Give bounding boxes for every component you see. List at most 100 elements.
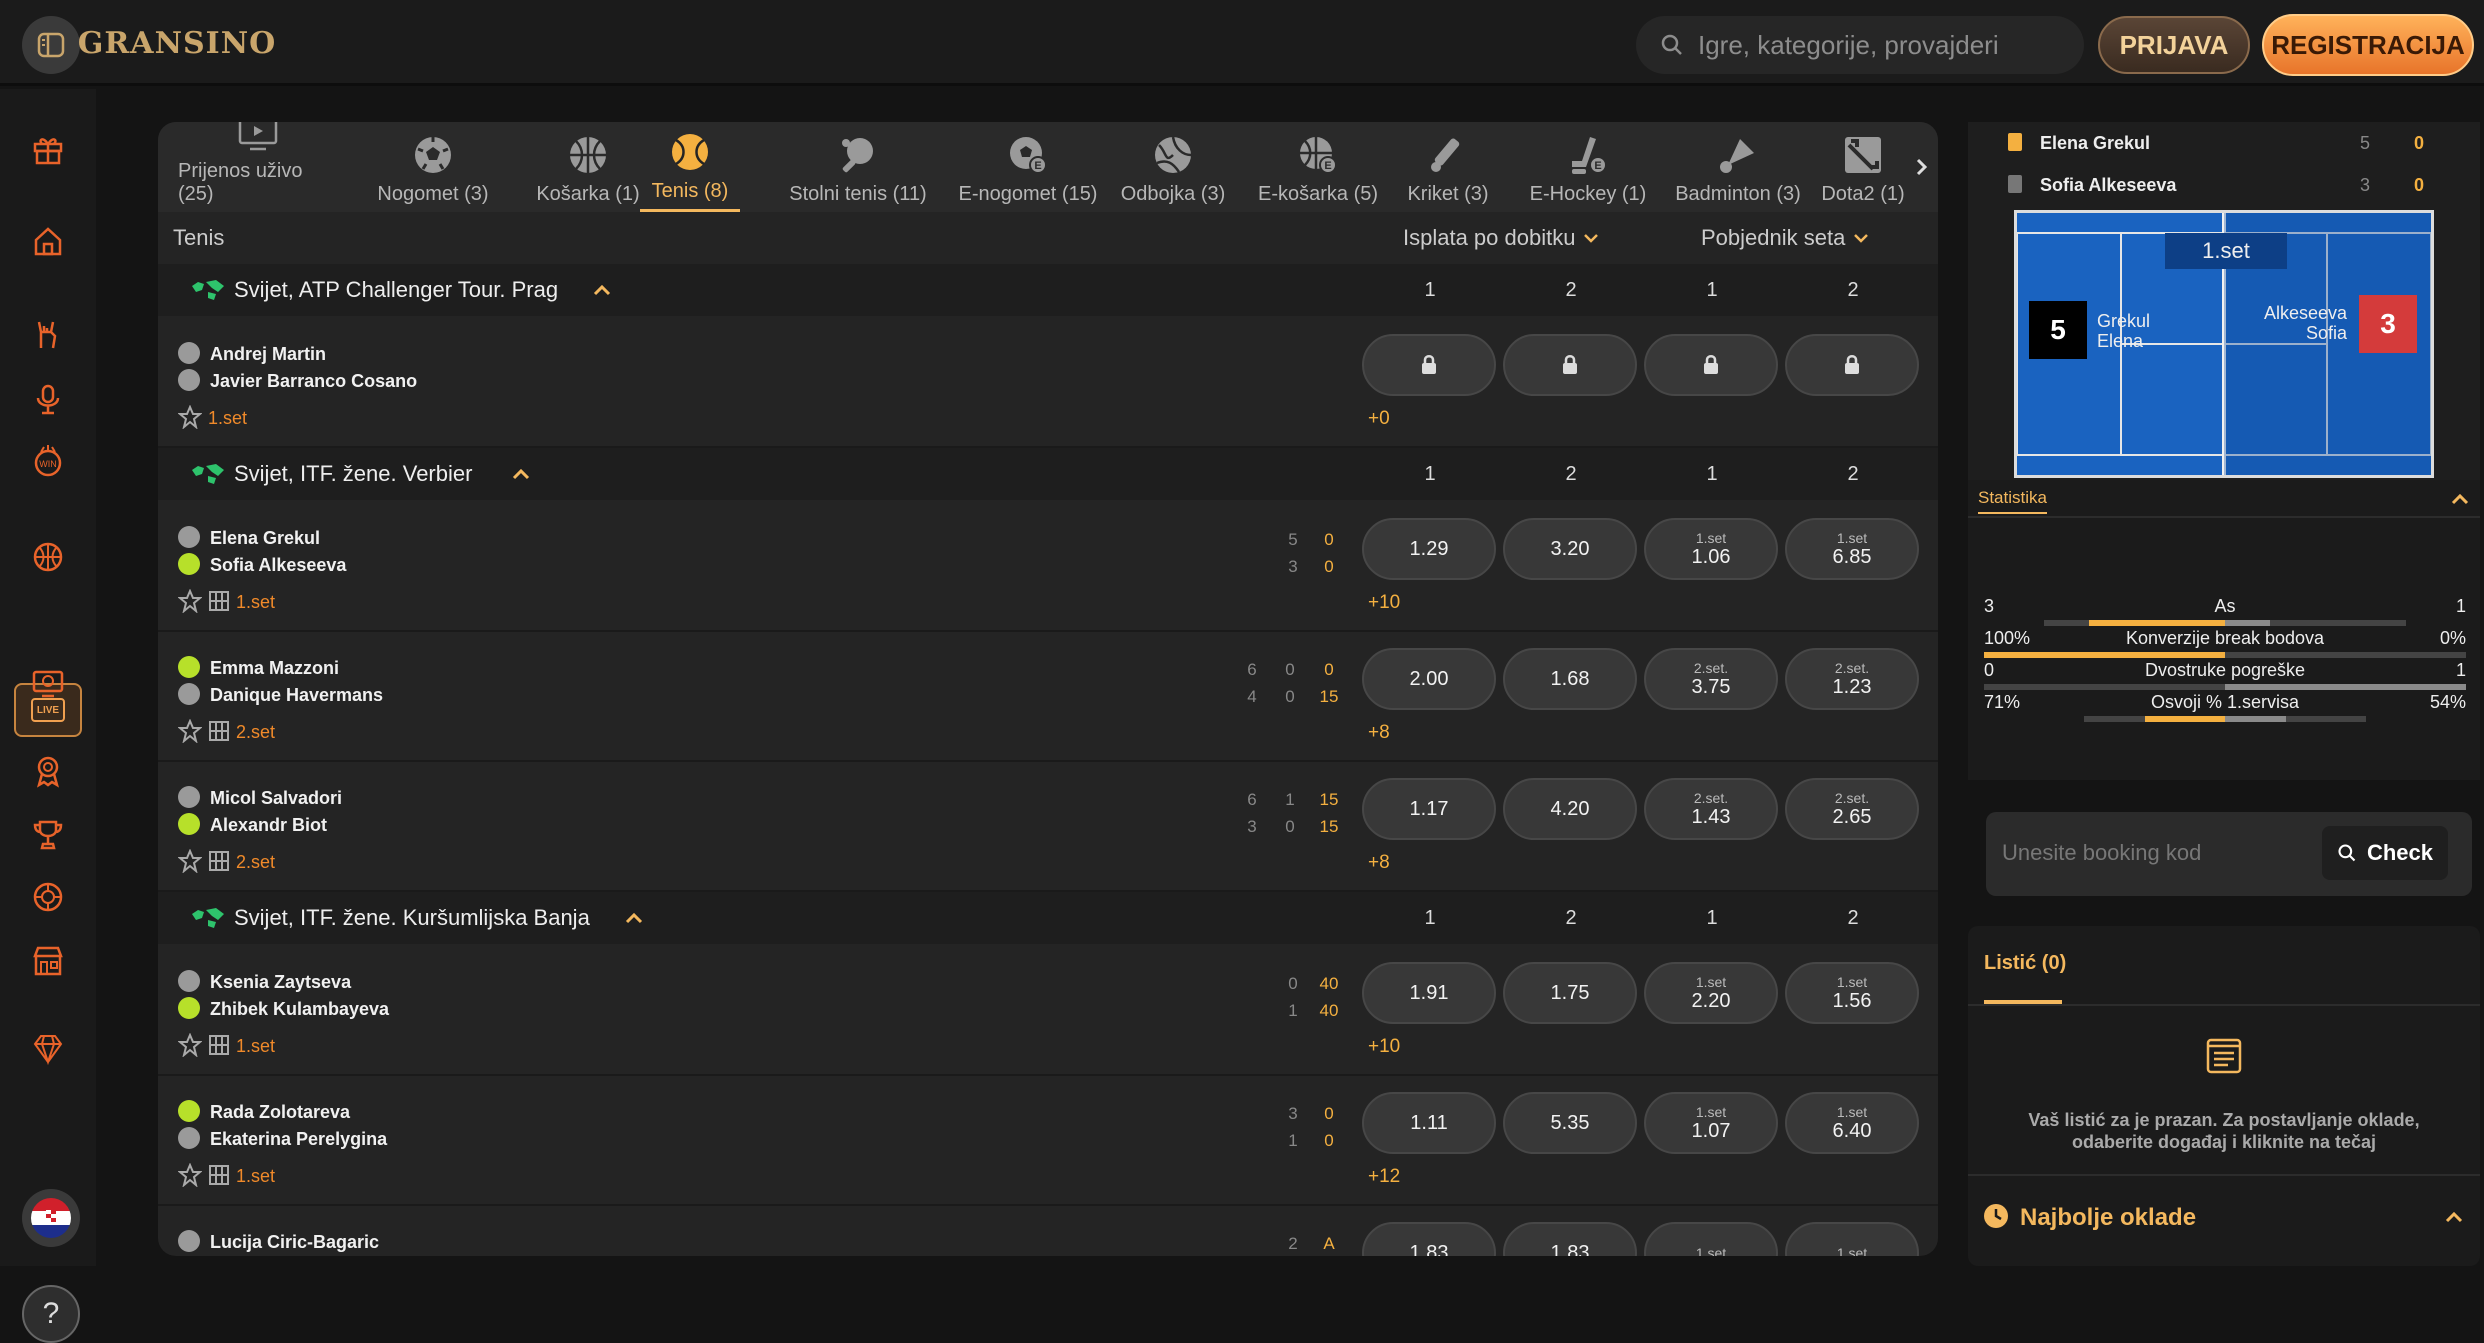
divider bbox=[1968, 1174, 2480, 1176]
favorite-star-icon[interactable] bbox=[178, 849, 202, 873]
odd-button[interactable]: 1.set 6.85 bbox=[1785, 518, 1919, 580]
market-select-set-winner[interactable]: Pobjednik seta bbox=[1701, 212, 1869, 264]
home-icon[interactable] bbox=[30, 223, 66, 259]
odd-button[interactable]: 2.00 bbox=[1362, 648, 1496, 710]
check-button[interactable]: Check bbox=[2322, 826, 2448, 880]
odd-button[interactable]: 1.17 bbox=[1362, 778, 1496, 840]
collapse-chevron-icon[interactable] bbox=[511, 467, 531, 481]
match-row[interactable]: Lucija Ciric-Bagaric 2 A 1.83 1.83 1.set… bbox=[158, 1206, 1938, 1256]
tab-basketball[interactable]: Košarka (1) bbox=[518, 132, 658, 212]
booking-code-input[interactable]: Unesite booking kod bbox=[2002, 840, 2201, 866]
match-row[interactable]: Andrej Martin Javier Barranco Cosano 1.s… bbox=[158, 318, 1938, 448]
language-selector[interactable] bbox=[22, 1189, 80, 1247]
market-select-payout[interactable]: Isplata po dobitku bbox=[1403, 212, 1599, 264]
favorite-star-icon[interactable] bbox=[178, 719, 202, 743]
store-icon[interactable] bbox=[30, 943, 66, 979]
tab-soccer[interactable]: Nogomet (3) bbox=[368, 132, 498, 212]
odd-button[interactable]: 1.68 bbox=[1503, 648, 1637, 710]
odd-button[interactable]: 1.set bbox=[1785, 1222, 1919, 1256]
table-tennis-icon bbox=[838, 135, 878, 175]
tab-tennis[interactable]: Tenis (8) bbox=[640, 132, 740, 212]
statistics-tab[interactable]: Statistika bbox=[1978, 488, 2047, 514]
search-input[interactable]: Igre, kategorije, provajderi bbox=[1636, 16, 2084, 74]
player-1: Lucija Ciric-Bagaric bbox=[210, 1232, 380, 1252]
more-markets-link[interactable]: +10 bbox=[1368, 592, 1400, 614]
microphone-icon[interactable] bbox=[30, 381, 66, 417]
collapse-chevron-icon[interactable] bbox=[2444, 1210, 2464, 1224]
odd-button[interactable]: 5.35 bbox=[1503, 1092, 1637, 1154]
match-row[interactable]: Rada Zolotareva Ekaterina Perelygina 3 0… bbox=[158, 1076, 1938, 1206]
match-row[interactable]: Emma Mazzoni Danique Havermans 6 0 0 4 0… bbox=[158, 632, 1938, 762]
roulette-icon[interactable] bbox=[30, 879, 66, 915]
odd-button[interactable]: 1.11 bbox=[1362, 1092, 1496, 1154]
more-markets-link[interactable]: +0 bbox=[1368, 408, 1390, 430]
odd-button[interactable]: 2.set. 2.65 bbox=[1785, 778, 1919, 840]
odd-button[interactable]: 1.91 bbox=[1362, 962, 1496, 1024]
odd-button[interactable]: 2.set. 3.75 bbox=[1644, 648, 1778, 710]
collapse-chevron-icon[interactable] bbox=[2450, 492, 2470, 506]
odd-button[interactable]: 2.set. 1.43 bbox=[1644, 778, 1778, 840]
league-header[interactable]: Svijet, ITF. žene. Kuršumlijska Banja 1 … bbox=[158, 892, 1938, 944]
stats-grid-icon[interactable] bbox=[208, 850, 230, 872]
match-row[interactable]: Ksenia Zaytseva Zhibek Kulambayeva 0 40 … bbox=[158, 946, 1938, 1076]
tab-live-stream[interactable]: Prijenos uživo (25) bbox=[178, 122, 338, 212]
more-markets-link[interactable]: +10 bbox=[1368, 1036, 1400, 1058]
odd-button[interactable]: 1.75 bbox=[1503, 962, 1637, 1024]
favorite-star-icon[interactable] bbox=[178, 589, 202, 613]
odd-button[interactable]: 1.29 bbox=[1362, 518, 1496, 580]
tabs-next-arrow-icon[interactable] bbox=[1910, 152, 1934, 182]
best-bets-title[interactable]: Najbolje oklade bbox=[2020, 1204, 2196, 1232]
gift-icon[interactable] bbox=[30, 131, 66, 167]
win-icon[interactable]: WIN bbox=[30, 443, 66, 479]
stats-grid-icon[interactable] bbox=[208, 720, 230, 742]
stats-grid-icon[interactable] bbox=[208, 1034, 230, 1056]
odd-button[interactable]: 1.set 1.56 bbox=[1785, 962, 1919, 1024]
odd-button[interactable]: 4.20 bbox=[1503, 778, 1637, 840]
tab-badminton[interactable]: Badminton (3) bbox=[1668, 132, 1808, 212]
collapse-chevron-icon[interactable] bbox=[624, 911, 644, 925]
stats-grid-icon[interactable] bbox=[208, 590, 230, 612]
odd-button[interactable]: 1.set 6.40 bbox=[1785, 1092, 1919, 1154]
more-markets-link[interactable]: +12 bbox=[1368, 1166, 1400, 1188]
odd-button[interactable]: 1.set bbox=[1644, 1222, 1778, 1256]
tab-ehockey[interactable]: E E-Hockey (1) bbox=[1518, 132, 1658, 212]
favorite-star-icon[interactable] bbox=[178, 405, 202, 429]
medal-icon[interactable] bbox=[30, 753, 66, 789]
login-button[interactable]: PRIJAVA bbox=[2098, 16, 2250, 74]
lock-icon bbox=[1422, 355, 1436, 374]
more-markets-link[interactable]: +8 bbox=[1368, 722, 1390, 744]
brand-logo[interactable]: GRANSINO bbox=[78, 12, 276, 74]
odd-button[interactable]: 1.83 bbox=[1503, 1222, 1637, 1256]
favorite-star-icon[interactable] bbox=[178, 1163, 202, 1187]
stats-grid-icon[interactable] bbox=[208, 1164, 230, 1186]
odd-button[interactable]: 1.set 1.06 bbox=[1644, 518, 1778, 580]
league-header[interactable]: Svijet, ITF. žene. Verbier 1 2 1 2 bbox=[158, 448, 1938, 500]
favorite-star-icon[interactable] bbox=[178, 1033, 202, 1057]
rock-hand-icon[interactable] bbox=[30, 317, 66, 353]
help-button[interactable]: ? bbox=[22, 1285, 80, 1343]
match-row[interactable]: Micol Salvadori Alexandr Biot 6 1 15 3 0… bbox=[158, 762, 1938, 892]
tab-volleyball[interactable]: Odbojka (3) bbox=[1108, 132, 1238, 212]
odd-button[interactable]: 1.set 1.07 bbox=[1644, 1092, 1778, 1154]
odd-button[interactable]: 2.set. 1.23 bbox=[1785, 648, 1919, 710]
tab-table-tennis[interactable]: Stolni tenis (11) bbox=[768, 132, 948, 212]
tab-ebasketball[interactable]: E E-košarka (5) bbox=[1248, 132, 1388, 212]
virtual-icon[interactable] bbox=[30, 665, 66, 701]
league-header[interactable]: Svijet, ATP Challenger Tour. Prag 1 2 1 … bbox=[158, 264, 1938, 316]
bet-slip-tab[interactable]: Listić (0) bbox=[1984, 952, 2066, 975]
menu-toggle-button[interactable] bbox=[22, 16, 80, 74]
tab-dota2[interactable]: Dota2 (1) bbox=[1818, 132, 1908, 212]
more-markets-link[interactable]: +8 bbox=[1368, 852, 1390, 874]
tab-esoccer[interactable]: E E-nogomet (15) bbox=[938, 132, 1118, 212]
odd-value: 6.40 bbox=[1832, 1120, 1872, 1142]
collapse-chevron-icon[interactable] bbox=[592, 283, 612, 297]
trophy-icon[interactable] bbox=[30, 817, 66, 853]
odd-button[interactable]: 3.20 bbox=[1503, 518, 1637, 580]
tab-cricket[interactable]: Kriket (3) bbox=[1398, 132, 1498, 212]
match-row[interactable]: Elena Grekul Sofia Alkeseeva 5 0 3 0 1.s… bbox=[158, 502, 1938, 632]
register-button[interactable]: REGISTRACIJA bbox=[2262, 14, 2474, 76]
basketball-nav-icon[interactable] bbox=[30, 539, 66, 575]
odd-button[interactable]: 1.83 bbox=[1362, 1222, 1496, 1256]
odd-button[interactable]: 1.set 2.20 bbox=[1644, 962, 1778, 1024]
diamond-icon[interactable] bbox=[30, 1031, 66, 1067]
